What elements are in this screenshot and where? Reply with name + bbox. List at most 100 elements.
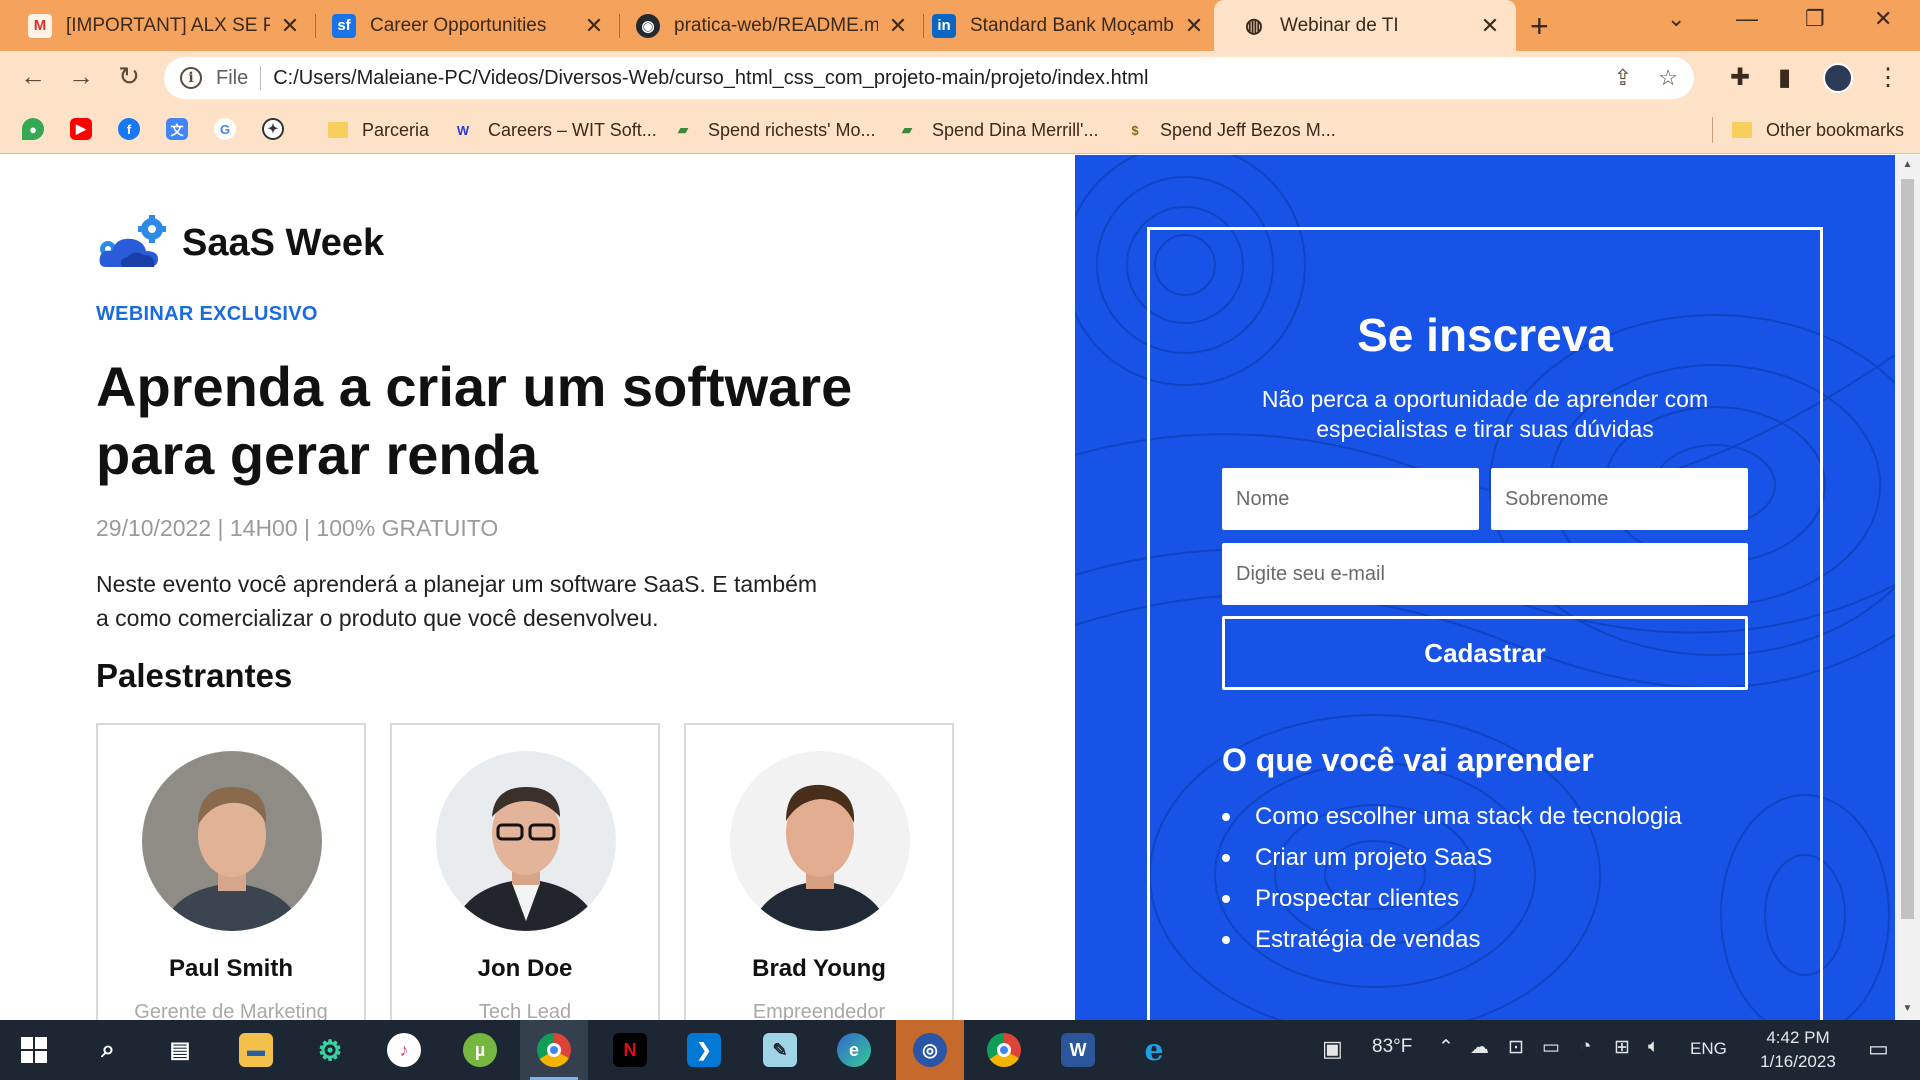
back-button[interactable]: ← [16, 61, 50, 92]
share-icon[interactable]: ⇪ [1614, 65, 1632, 91]
bookmark-spend-dina[interactable]: ▰ Spend Dina Merrill'... [896, 115, 1099, 145]
notepad-button[interactable]: ✎ [746, 1020, 814, 1080]
signup-form: Se inscreva Não perca a oportunidade de … [1147, 227, 1823, 1020]
scroll-down-icon[interactable]: ▼ [1895, 1003, 1920, 1014]
app-button[interactable]: ◎ [896, 1020, 964, 1080]
weather-icon[interactable]: ▣ [1322, 1036, 1343, 1062]
eyebrow-label: WEBINAR EXCLUSIVO [96, 303, 318, 325]
forward-button[interactable]: → [64, 61, 98, 92]
reload-button[interactable]: ↻ [112, 61, 146, 92]
task-view-button[interactable]: ▤ [146, 1020, 214, 1080]
hero-section: SaaS Week WEBINAR EXCLUSIVO Aprenda a cr… [0, 155, 1075, 1020]
list-item-text: Criar um projeto SaaS [1255, 844, 1493, 871]
maps-icon[interactable]: ● [22, 118, 44, 140]
app-icon: ◎ [913, 1033, 947, 1067]
bookmark-parceria[interactable]: Parceria [328, 115, 429, 145]
menu-icon[interactable]: ⋮ [1876, 63, 1900, 92]
address-bar[interactable]: i File C:/Users/Maleiane-PC/Videos/Diver… [164, 57, 1694, 99]
bookmark-spend-bezos[interactable]: $ Spend Jeff Bezos M... [1124, 115, 1335, 145]
system-clock[interactable]: 4:42 PM 1/16/2023 [1738, 1026, 1858, 1074]
money-icon: ▰ [902, 122, 912, 137]
submit-button[interactable]: Cadastrar [1222, 616, 1748, 690]
settings-app-button[interactable]: ⚙ [296, 1020, 364, 1080]
network-icon[interactable]: ⊞ [1614, 1036, 1630, 1059]
google-icon[interactable]: G [214, 118, 236, 140]
close-window-button[interactable]: ✕ [1874, 6, 1892, 32]
other-bookmarks[interactable]: Other bookmarks [1732, 115, 1904, 145]
address-scheme: File [216, 66, 249, 89]
page-title: Aprenda a criar um software para gerar r… [96, 353, 916, 489]
scroll-thumb[interactable] [1901, 179, 1914, 919]
chrome-icon [537, 1033, 571, 1067]
close-tab-icon[interactable]: ✕ [1182, 13, 1206, 39]
bookmark-label: Careers – WIT Soft... [488, 119, 657, 140]
restore-button[interactable]: ❐ [1805, 6, 1825, 32]
tab-gmail[interactable]: M [IMPORTANT] ALX SE Prog ✕ [0, 0, 316, 51]
netflix-button[interactable]: N [596, 1020, 664, 1080]
start-button[interactable] [0, 1020, 68, 1080]
vscode-button[interactable]: ❯ [670, 1020, 738, 1080]
tab-title: Standard Bank Moçambiq [970, 14, 1174, 36]
profile-avatar[interactable] [1823, 63, 1853, 93]
site-logo[interactable]: SaaS Week [96, 215, 384, 271]
speaker-name: Brad Young [752, 955, 886, 982]
first-name-input[interactable] [1222, 468, 1479, 530]
clock-time: 4:42 PM [1766, 1028, 1830, 1047]
close-tab-icon[interactable]: ✕ [582, 13, 606, 39]
wifi-icon[interactable]: ◔ [1580, 1036, 1591, 1058]
weather-text[interactable]: 83°F [1372, 1036, 1412, 1058]
edge-button[interactable]: e [820, 1020, 888, 1080]
bookmark-label: Parceria [362, 119, 430, 140]
bookmarks-divider [1712, 117, 1713, 143]
email-input[interactable] [1222, 543, 1748, 605]
speaker-portrait [436, 751, 616, 931]
facebook-icon[interactable]: f [118, 118, 140, 140]
internet-explorer-button[interactable]: e [1120, 1020, 1188, 1080]
notepad-icon: ✎ [763, 1033, 797, 1067]
file-explorer-button[interactable]: ▬ [222, 1020, 290, 1080]
word-button[interactable]: W [1044, 1020, 1112, 1080]
notifications-icon[interactable]: ▭ [1868, 1036, 1889, 1062]
description-line: a como comercializar o produto que você … [96, 605, 659, 631]
youtube-icon[interactable]: ▶ [70, 118, 92, 140]
wit-icon: W [456, 122, 470, 138]
search-button[interactable]: ⌕ [74, 1020, 142, 1080]
language-indicator[interactable]: ENG [1690, 1039, 1727, 1059]
site-info-icon[interactable]: i [180, 67, 202, 89]
new-tab-button[interactable]: + [1530, 8, 1549, 45]
tab-career[interactable]: sf Career Opportunities ✕ [304, 0, 620, 51]
close-tab-icon[interactable]: ✕ [278, 13, 302, 39]
tray-overflow-icon[interactable]: ⌃ [1438, 1036, 1454, 1059]
onedrive-icon[interactable]: ☁ [1470, 1036, 1489, 1059]
speaker-portrait [142, 751, 322, 931]
address-url[interactable]: C:/Users/Maleiane-PC/Videos/Diversos-Web… [273, 67, 1148, 90]
last-name-input[interactable] [1491, 468, 1748, 530]
bookmark-spend-richests[interactable]: ▰ Spend richests' Mo... [672, 115, 876, 145]
minimize-button[interactable]: — [1736, 6, 1758, 32]
translate-icon[interactable]: 文 [166, 118, 188, 140]
device-icon[interactable]: ⊡ [1508, 1036, 1524, 1059]
scroll-up-icon[interactable]: ▲ [1895, 159, 1920, 170]
tab-webinar[interactable]: ◍ Webinar de TI ✕ [1214, 0, 1516, 51]
tab-linkedin[interactable]: in Standard Bank Moçambiq ✕ [904, 0, 1220, 51]
itunes-button[interactable]: ♪ [370, 1020, 438, 1080]
chrome-profile-button[interactable] [970, 1020, 1038, 1080]
battery-icon[interactable]: ▭ [1542, 1036, 1560, 1059]
side-panel-icon[interactable]: ▮ [1778, 63, 1791, 92]
tab-github[interactable]: ◉ pratica-web/README.md ✕ [608, 0, 924, 51]
close-tab-icon[interactable]: ✕ [1478, 13, 1502, 39]
event-meta: 29/10/2022 | 14H00 | 100% GRATUITO [96, 515, 499, 541]
emblem-icon[interactable]: ✦ [262, 118, 284, 140]
chrome-button[interactable] [520, 1020, 588, 1080]
bullet-icon [1222, 854, 1230, 862]
tab-title: Webinar de TI [1280, 14, 1399, 36]
bookmark-careers[interactable]: W Careers – WIT Soft... [452, 115, 657, 145]
speaker-photo [730, 751, 910, 931]
extensions-icon[interactable]: ✚ [1730, 63, 1750, 92]
windows-taskbar: ⌕ ▤ ▬ ⚙ ♪ µ N ❯ ✎ e ◎ W e ▣ 83°F ⌃ ☁ ⊡ ▭… [0, 1020, 1920, 1080]
tab-search-icon[interactable]: ⌄ [1667, 6, 1685, 32]
page-scrollbar[interactable]: ▲ ▼ [1895, 155, 1920, 1020]
utorrent-button[interactable]: µ [446, 1020, 514, 1080]
volume-icon[interactable]: 🔈︎ [1648, 1036, 1659, 1058]
bookmark-star-icon[interactable]: ☆ [1658, 65, 1678, 91]
